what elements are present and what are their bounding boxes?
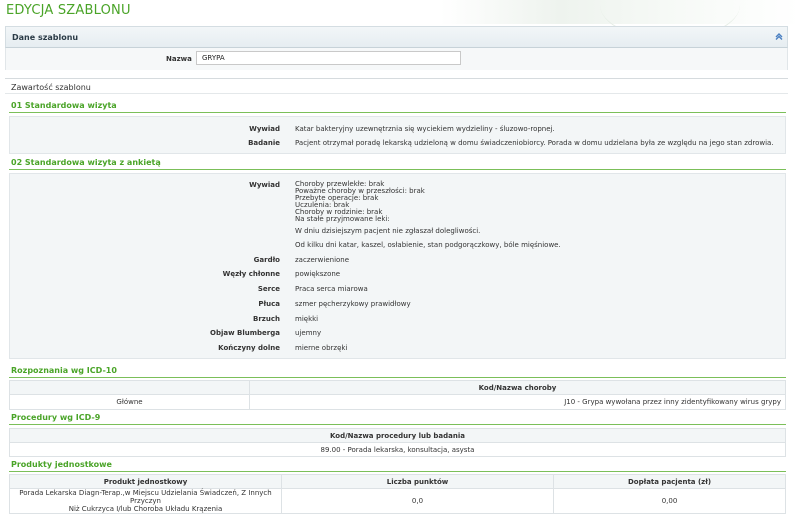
nazwa-label: Nazwa — [166, 55, 192, 63]
blumberg-label: Objaw Blumberga — [210, 329, 280, 337]
section-title-produkty: Produkty jednostkowe — [11, 460, 112, 469]
doplata-value: 0,00 — [553, 488, 786, 514]
wizyta1-box: Wywiad Katar bakteryjny uzewnętrznia się… — [9, 116, 786, 154]
dane-szablonu-header[interactable]: Dane szablonu — [5, 26, 788, 48]
badanie-value: Pacjent otrzymał poradę lekarską udzielo… — [295, 139, 774, 147]
icd10-value: J10 - Grypa wywołana przez inny zidentyf… — [249, 394, 786, 410]
zawartosc-header: Zawartość szablonu — [5, 78, 788, 94]
wywiad2-paragraph: Od kilku dni katar, kaszel, osłabienie, … — [295, 241, 561, 249]
table-row: 89.00 - Porada lekarska, konsultacja, as… — [9, 442, 786, 457]
icd10-table: Kod/Nazwa choroby Główne J10 - Grypa wyw… — [9, 380, 786, 410]
table-row: Główne J10 - Grypa wywołana przez inny z… — [9, 394, 786, 410]
divider — [9, 169, 786, 170]
brzuch-value: miękki — [295, 315, 319, 323]
serce-label: Serce — [257, 285, 280, 293]
wywiad2-label: Wywiad — [249, 181, 280, 189]
divider — [9, 471, 786, 472]
produkt-header: Produkt jednostkowy — [9, 474, 282, 489]
wezly-value: powiększone — [295, 270, 341, 278]
table-row: Porada Lekarska Diagn-Terap.,w Miejscu U… — [9, 488, 786, 514]
icd9-column-header: Kod/Nazwa procedury lub badania — [9, 428, 786, 443]
section-title-wizyta1: 01 Standardowa wizyta — [11, 101, 117, 110]
serce-value: Praca serca miarowa — [295, 285, 368, 293]
produkt-name: Porada Lekarska Diagn-Terap.,w Miejscu U… — [9, 488, 282, 514]
zawartosc-title: Zawartość szablonu — [11, 83, 91, 92]
icd9-value: 89.00 - Porada lekarska, konsultacja, as… — [9, 442, 786, 457]
icd10-column-header: Kod/Nazwa choroby — [249, 380, 786, 395]
konczyny-label: Kończyny dolne — [218, 344, 280, 352]
icd10-type: Główne — [9, 394, 250, 410]
gardlo-value: zaczerwienione — [295, 256, 350, 264]
badanie-label: Badanie — [248, 139, 280, 147]
blumberg-value: ujemny — [295, 329, 322, 337]
pluca-value: szmer pęcherzykowy prawidłowy — [295, 300, 411, 308]
wywiad-value: Katar bakteryjny uzewnętrznia się wyciek… — [295, 125, 555, 133]
page-banner: EDYCJA SZABLONU — [0, 0, 800, 40]
brzuch-label: Brzuch — [253, 315, 280, 323]
produkty-table: Produkt jednostkowy Liczba punktów Dopła… — [9, 474, 786, 514]
dane-szablonu-body: Nazwa — [5, 48, 788, 70]
wywiad2-line: Na stałe przyjmowane leki: — [295, 215, 390, 223]
icd9-table: Kod/Nazwa procedury lub badania 89.00 - … — [9, 428, 786, 457]
divider — [9, 377, 786, 378]
wizyta2-box: Wywiad Choroby przewlekłe: brak Poważne … — [9, 173, 786, 359]
icd10-header-empty — [9, 380, 250, 395]
wywiad2-paragraph: W dniu dzisiejszym pacjent nie zgłaszał … — [295, 227, 481, 235]
nazwa-input[interactable] — [196, 51, 461, 65]
konczyny-value: mierne obrzęki — [295, 344, 348, 352]
pluca-label: Płuca — [258, 300, 280, 308]
punkty-header: Liczba punktów — [281, 474, 554, 489]
wywiad-label: Wywiad — [249, 125, 280, 133]
gardlo-label: Gardło — [253, 256, 280, 264]
wezly-label: Węzły chłonne — [222, 270, 280, 278]
doplata-header: Dopłata pacjenta (zł) — [553, 474, 786, 489]
chevron-up-icon[interactable] — [775, 32, 783, 40]
section-title-icd10: Rozpoznania wg ICD-10 — [11, 366, 117, 375]
section-title-wizyta2: 02 Standardowa wizyta z ankietą — [11, 158, 161, 167]
divider — [9, 112, 786, 113]
section-title-icd9: Procedury wg ICD-9 — [11, 413, 101, 422]
produkt-name-line: Porada Lekarska Diagn-Terap.,w Miejscu U… — [19, 489, 272, 505]
page-title: EDYCJA SZABLONU — [6, 3, 131, 18]
wywiad2-list: Choroby przewlekłe: brak Poważne choroby… — [295, 181, 425, 223]
produkt-name-line: Niż Cukrzyca I/lub Choroba Układu Krązen… — [68, 505, 223, 513]
divider — [9, 424, 786, 425]
dane-szablonu-title: Dane szablonu — [12, 33, 79, 42]
punkty-value: 0,0 — [281, 488, 554, 514]
